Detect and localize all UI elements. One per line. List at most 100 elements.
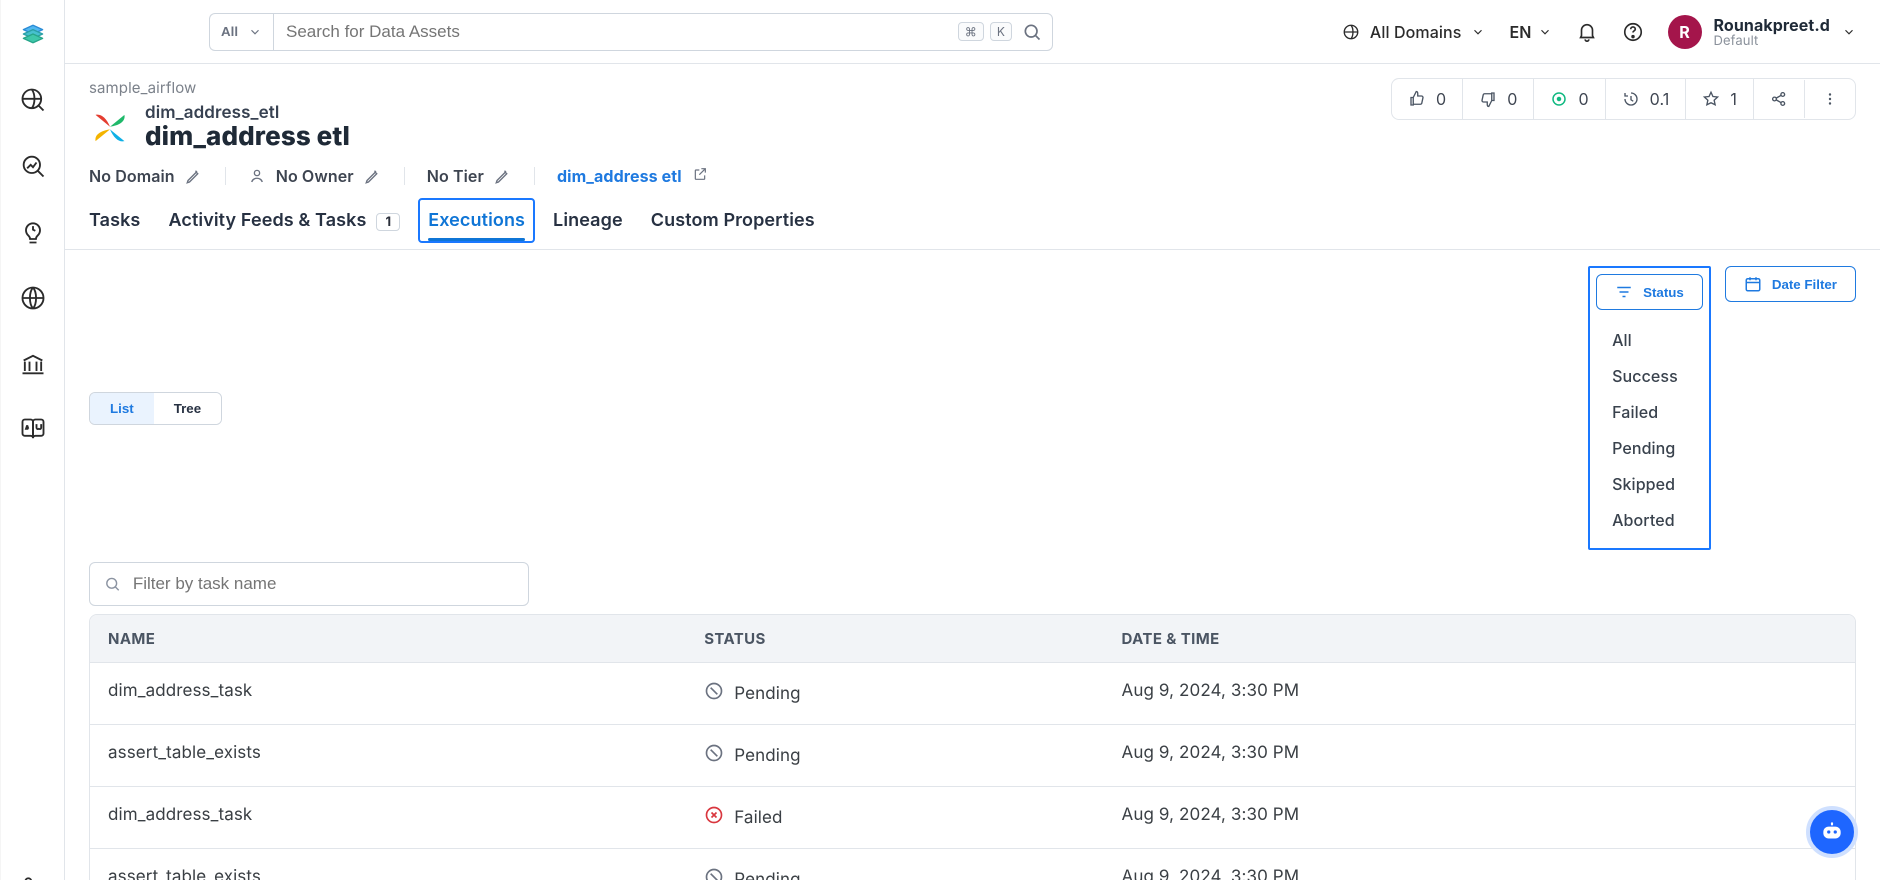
status-option[interactable]: Failed [1596,394,1703,430]
cell-status: Pending [704,867,1121,880]
search-box[interactable]: ⌘K [273,13,1053,51]
top-right: All Domains EN R Rounakpreet.d Default [1342,15,1856,49]
nav-govern-icon[interactable] [13,344,53,384]
search-wrap: All ⌘K [209,13,1053,51]
nav-domains-icon[interactable] [13,278,53,318]
domains-switcher[interactable]: All Domains [1342,22,1486,42]
status-option[interactable]: Pending [1596,430,1703,466]
cell-datetime: Aug 9, 2024, 3:30 PM [1122,867,1837,880]
tab-lineage[interactable]: Lineage [553,204,623,249]
filter-icon [1615,283,1633,301]
star-icon [1702,90,1720,108]
status-filter-menu: All Success Failed Pending Skipped Abort… [1596,318,1703,542]
tabs: Tasks Activity Feeds & Tasks1 Executions… [65,186,1880,250]
chevron-down-icon [248,25,262,39]
page-title: dim_address etl [145,121,350,152]
lang-label: EN [1509,22,1531,42]
cell-datetime: Aug 9, 2024, 3:30 PM [1122,805,1837,830]
nav-glossary-icon[interactable] [13,410,53,450]
tab-tasks[interactable]: Tasks [89,204,140,249]
status-filter-button[interactable]: Status [1596,274,1703,310]
stat-star[interactable]: 1 [1686,79,1754,119]
left-rail [1,0,65,880]
status-option[interactable]: Aborted [1596,502,1703,538]
failed-icon [704,805,724,830]
status-filter-wrap: Status All Success Failed Pending Skippe… [1588,266,1711,550]
tab-custom[interactable]: Custom Properties [651,204,815,249]
kebab-icon [1821,90,1839,108]
table-row[interactable]: dim_address_task Pending Aug 9, 2024, 3:… [90,662,1855,724]
nav-discover-icon[interactable] [13,80,53,120]
avatar: R [1668,15,1702,49]
cell-status: Pending [704,743,1121,768]
stat-tests[interactable]: 0 [1534,79,1605,119]
share-icon [1770,90,1788,108]
search-scope-label: All [221,24,238,39]
external-link-icon [692,166,708,182]
controls-row: List Tree Status All Success Failed Pend… [65,250,1880,566]
search-kbd: ⌘K [958,22,1012,41]
date-filter-button[interactable]: Date Filter [1725,266,1856,302]
status-option[interactable]: Skipped [1596,466,1703,502]
task-filter[interactable] [89,562,529,606]
th-name[interactable]: NAME [108,629,704,648]
cell-name: assert_table_exists [108,743,704,768]
th-status[interactable]: STATUS [704,629,1121,648]
chat-bubble[interactable] [1806,806,1858,858]
pencil-icon[interactable] [364,167,382,185]
meta-tier[interactable]: No Tier [427,166,512,186]
tab-executions[interactable]: Executions [428,204,525,249]
airflow-logo-icon [89,107,131,149]
share-button[interactable] [1754,80,1805,118]
search-scope[interactable]: All [209,13,273,51]
table-row[interactable]: dim_address_task Failed Aug 9, 2024, 3:3… [90,786,1855,848]
nav-quality-icon[interactable] [13,146,53,186]
top-bar: All ⌘K All Domains EN [65,0,1880,64]
cell-name: assert_table_exists [108,867,704,880]
search-input[interactable] [284,21,948,43]
nav-insights-icon[interactable] [13,212,53,252]
calendar-icon [1744,275,1762,293]
help-icon[interactable] [1622,21,1644,43]
meta-link[interactable]: dim_address etl [557,166,708,186]
task-filter-input[interactable] [131,573,514,595]
stat-downvotes[interactable]: 0 [1463,79,1534,119]
user-sub: Default [1714,33,1830,49]
tab-activity[interactable]: Activity Feeds & Tasks1 [168,204,400,249]
search-icon [104,575,121,593]
chevron-down-icon [1842,25,1856,39]
table-row[interactable]: assert_table_exists Pending Aug 9, 2024,… [90,848,1855,880]
table-row[interactable]: assert_table_exists Pending Aug 9, 2024,… [90,724,1855,786]
pencil-icon[interactable] [494,167,512,185]
cell-name: dim_address_task [108,681,704,706]
pending-icon [704,867,724,880]
status-option[interactable]: All [1596,322,1703,358]
page-header: sample_airflow dim_address_etl dim_addre… [65,64,1880,186]
stat-upvotes[interactable]: 0 [1392,79,1463,119]
th-datetime[interactable]: DATE & TIME [1122,629,1837,648]
view-list[interactable]: List [90,393,154,424]
view-toggle: List Tree [89,392,222,425]
kebab-menu[interactable] [1805,80,1855,118]
status-option[interactable]: Success [1596,358,1703,394]
cell-status: Failed [704,805,1121,830]
main-content: All ⌘K All Domains EN [65,0,1880,880]
search-icon[interactable] [1022,22,1042,42]
meta-owner[interactable]: No Owner [248,166,382,186]
view-tree[interactable]: Tree [154,393,221,424]
breadcrumb[interactable]: sample_airflow [89,78,1375,97]
user-menu[interactable]: R Rounakpreet.d Default [1668,15,1856,49]
chevron-down-icon [1538,25,1552,39]
pencil-icon[interactable] [185,167,203,185]
pending-icon [704,743,724,768]
bot-icon [1819,819,1845,845]
nav-settings-icon[interactable] [13,867,53,880]
bell-icon[interactable] [1576,21,1598,43]
lang-switcher[interactable]: EN [1509,22,1551,42]
meta-row: No Domain No Owner No Tier [89,166,1375,186]
meta-domain[interactable]: No Domain [89,166,203,186]
stat-time[interactable]: 0.1 [1606,79,1687,119]
pending-icon [704,681,724,706]
cell-status: Pending [704,681,1121,706]
brand-logo[interactable] [13,14,53,54]
